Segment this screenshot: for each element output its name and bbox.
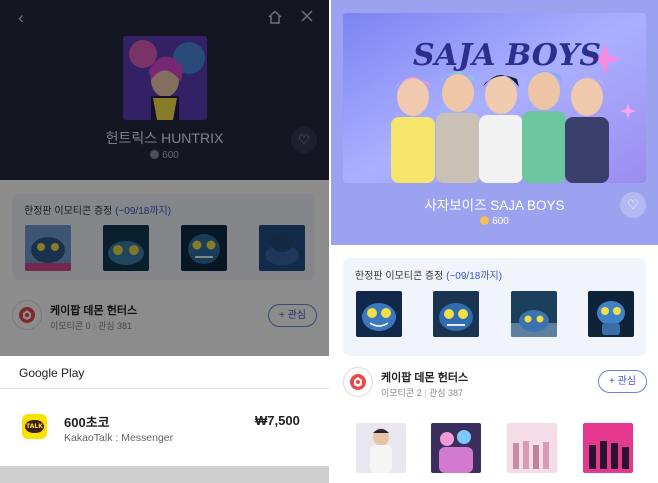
follow-button[interactable]: + 관심	[598, 370, 647, 393]
sheet-divider	[0, 388, 329, 389]
emoticon-preview-grid	[331, 405, 658, 483]
emoticon-preview[interactable]	[431, 423, 481, 473]
kakaotalk-app-icon: TALK	[22, 414, 47, 439]
brand-meta: 이모티콘 2 | 관심 387	[381, 388, 464, 398]
product-hero: SAJA BOYS 사자보이즈 SAJA BOYS 600 ♡	[331, 0, 658, 245]
emoticon-thumb[interactable]	[588, 291, 634, 337]
google-play-label: Google Play	[19, 366, 85, 380]
purchase-price: ₩7,500	[255, 413, 300, 428]
cover-logo-text: SAJA BOYS	[413, 38, 601, 73]
emoticon-thumb[interactable]	[356, 291, 402, 337]
purchase-item-name: 600초코	[64, 415, 110, 430]
product-cover-image: SAJA BOYS	[343, 13, 646, 183]
brand-name[interactable]: 케이팝 데몬 헌터스	[381, 369, 468, 385]
emoticon-thumb[interactable]	[511, 291, 557, 337]
purchase-app-name: KakaoTalk : Messenger	[64, 432, 174, 444]
emoticon-preview[interactable]	[356, 423, 406, 473]
emoticon-preview[interactable]	[507, 423, 557, 473]
huntrix-screen: ‹ 헌트릭스 HUNTRIX 600 ♡ 한정판 이모티콘 증정 (~09/18…	[0, 0, 329, 483]
coin-icon	[480, 216, 490, 225]
product-title: 사자보이즈 SAJA BOYS	[424, 198, 565, 213]
product-price: 600	[331, 216, 658, 227]
heart-outline-icon[interactable]: ♡	[620, 192, 646, 218]
emoticon-preview[interactable]	[583, 423, 633, 473]
saja-boys-screen: SAJA BOYS 사자보이즈 SAJA BOYS 600 ♡ 한정판 이모티콘…	[331, 0, 658, 483]
sheet-bottom-area	[0, 466, 329, 483]
brand-logo[interactable]	[343, 367, 373, 397]
emoticon-thumb[interactable]	[433, 291, 479, 337]
modal-overlay[interactable]	[0, 0, 329, 356]
promo-title: 한정판 이모티콘 증정 (~09/18까지)	[355, 271, 503, 282]
